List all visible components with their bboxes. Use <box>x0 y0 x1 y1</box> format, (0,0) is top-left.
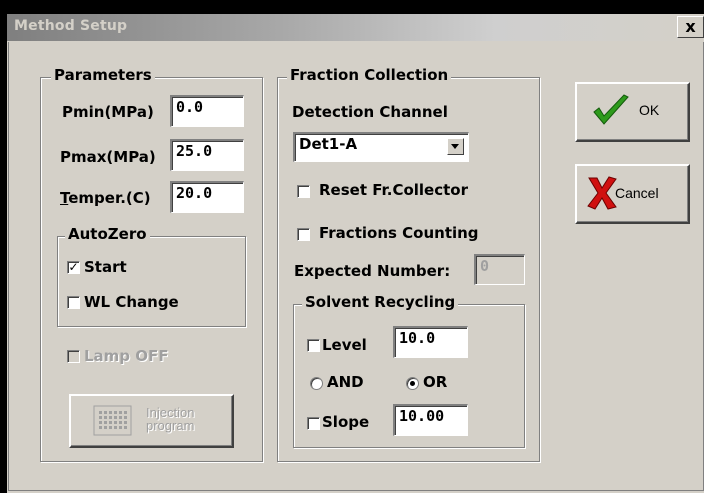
reset-collector-checkbox[interactable] <box>297 185 310 198</box>
cancel-label: Cancel <box>615 185 659 201</box>
pmin-field[interactable]: 0.0 <box>170 95 244 127</box>
start-checkbox[interactable]: ✓ <box>67 261 80 274</box>
chevron-down-icon[interactable] <box>447 138 464 155</box>
cancel-button[interactable]: Cancel <box>575 164 690 224</box>
injection-label-line2: program <box>146 418 195 433</box>
temper-label-rest: emper.(C) <box>68 189 151 207</box>
detection-channel-label: Detection Channel <box>292 103 448 121</box>
injection-program-button[interactable]: Injection program <box>69 394 234 448</box>
fractions-counting-label: Fractions Counting <box>319 224 479 242</box>
start-label: Start <box>84 258 127 276</box>
detection-channel-value: Det1-A <box>299 135 358 153</box>
pmax-field[interactable]: 25.0 <box>170 139 244 171</box>
level-label: Level <box>322 336 367 354</box>
pmax-label: Pmax(MPa) <box>60 148 156 166</box>
close-button[interactable]: x <box>677 16 704 38</box>
window-title: Method Setup <box>14 18 128 34</box>
fractions-counting-checkbox[interactable] <box>297 228 310 241</box>
cross-icon <box>587 176 617 210</box>
ok-label: OK <box>639 102 660 118</box>
solvent-recycling-legend: Solvent Recycling <box>302 293 459 311</box>
autozero-group <box>57 236 246 327</box>
checkmark-icon <box>593 94 629 125</box>
level-checkbox[interactable] <box>307 339 320 352</box>
injection-program-label: Injection program <box>146 406 194 432</box>
and-label: AND <box>327 373 364 391</box>
level-field[interactable]: 10.0 <box>393 326 468 358</box>
or-label: OR <box>423 373 448 391</box>
parameters-legend: Parameters <box>51 66 155 84</box>
temper-label: Temper.(C) <box>60 189 151 207</box>
autozero-legend: AutoZero <box>65 225 150 243</box>
lamp-off-label: Lamp OFF <box>84 347 169 365</box>
ok-button[interactable]: OK <box>575 82 690 142</box>
wl-change-label: WL Change <box>84 293 179 311</box>
temper-label-hotkey: T <box>60 189 69 207</box>
slope-checkbox[interactable] <box>307 417 320 430</box>
reset-collector-label: Reset Fr.Collector <box>319 181 468 199</box>
and-radio[interactable] <box>310 377 323 390</box>
temper-field[interactable]: 20.0 <box>170 181 244 213</box>
slope-field[interactable]: 10.00 <box>393 404 468 436</box>
lamp-off-checkbox[interactable] <box>67 350 80 363</box>
detection-channel-select[interactable]: Det1-A <box>293 132 469 162</box>
fraction-collection-legend: Fraction Collection <box>287 66 452 84</box>
keypad-icon <box>93 405 132 436</box>
pmin-label: Pmin(MPa) <box>62 103 154 121</box>
wl-change-checkbox[interactable] <box>67 296 80 309</box>
or-radio[interactable] <box>406 377 419 390</box>
expected-number-field[interactable]: 0 <box>474 254 525 285</box>
expected-number-label: Expected Number: <box>294 262 451 280</box>
slope-label: Slope <box>322 413 370 431</box>
